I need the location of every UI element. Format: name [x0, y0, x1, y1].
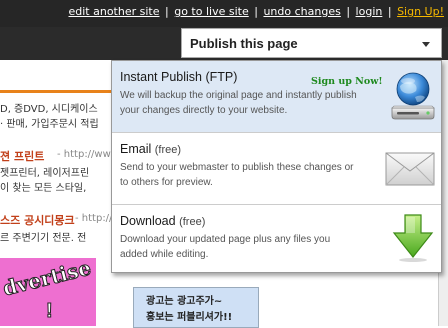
link-separator: | [254, 5, 258, 18]
chevron-down-icon [422, 42, 430, 47]
sign-up-now-badge[interactable]: Sign up Now! [311, 76, 383, 87]
publish-button-label: Publish this page [190, 36, 298, 51]
menu-item-title: Email (free) [120, 142, 182, 156]
publish-menu: Instant Publish (FTP) Sign up Now! We wi… [111, 60, 442, 273]
go-to-live-site-link[interactable]: go to live site [174, 5, 249, 18]
page-text: 젯프린터, 레이저프린 [0, 168, 90, 179]
envelope-icon [385, 152, 435, 186]
advertise-banner: dvertise ! [0, 258, 96, 326]
page-text: 르 주변기기 전문. 전 [0, 233, 87, 244]
download-arrow-icon [392, 214, 434, 262]
advertise-text: dvertise [0, 258, 94, 301]
top-links: edit another site | go to live site | un… [69, 5, 445, 18]
edit-another-site-link[interactable]: edit another site [69, 5, 160, 18]
menu-item-description: Send to your webmaster to publish these … [120, 162, 354, 188]
menu-item-title: Download (free) [120, 214, 206, 228]
page-heading: 스즈 공시디몽크 [0, 214, 75, 227]
undo-changes-link[interactable]: undo changes [263, 5, 340, 18]
link-separator: | [346, 5, 351, 18]
page-text: · 판매, 가입주문시 적립 [0, 119, 99, 130]
ad-banner: 광고는 광고주가~ 홍보는 퍼블리셔가!! [133, 287, 259, 328]
advertise-text: ! [46, 300, 54, 323]
page-url: - http:// [75, 213, 113, 224]
page-text: D, 증DVD, 시디케이스 [0, 104, 98, 115]
page-heading: 젼 프린트 [0, 150, 45, 163]
menu-item-description: We will backup the original page and ins… [120, 90, 357, 116]
top-toolbar: edit another site | go to live site | un… [0, 0, 448, 27]
menu-item-instant-publish[interactable]: Instant Publish (FTP) Sign up Now! We wi… [112, 61, 441, 133]
link-separator: | [165, 5, 169, 18]
menu-item-download[interactable]: Download (free) Download your updated pa… [112, 205, 441, 272]
menu-item-email[interactable]: Email (free) Send to your webmaster to p… [112, 133, 441, 205]
sign-up-link[interactable]: Sign Up! [397, 5, 444, 18]
link-separator: | [387, 5, 392, 18]
menu-item-description: Download your updated page plus any file… [120, 234, 331, 260]
publish-dropdown-button[interactable]: Publish this page [181, 28, 442, 58]
globe-drive-icon [391, 72, 435, 120]
page-url: - http://www [57, 149, 119, 160]
page-divider [0, 90, 112, 93]
page-text: 이 찾는 모든 스타일, [0, 183, 87, 194]
login-link[interactable]: login [356, 5, 383, 18]
ad-text: 광고는 광고주가~ [146, 296, 223, 307]
menu-item-title: Instant Publish (FTP) [120, 70, 238, 84]
ad-text: 홍보는 퍼블리셔가!! [146, 312, 233, 323]
